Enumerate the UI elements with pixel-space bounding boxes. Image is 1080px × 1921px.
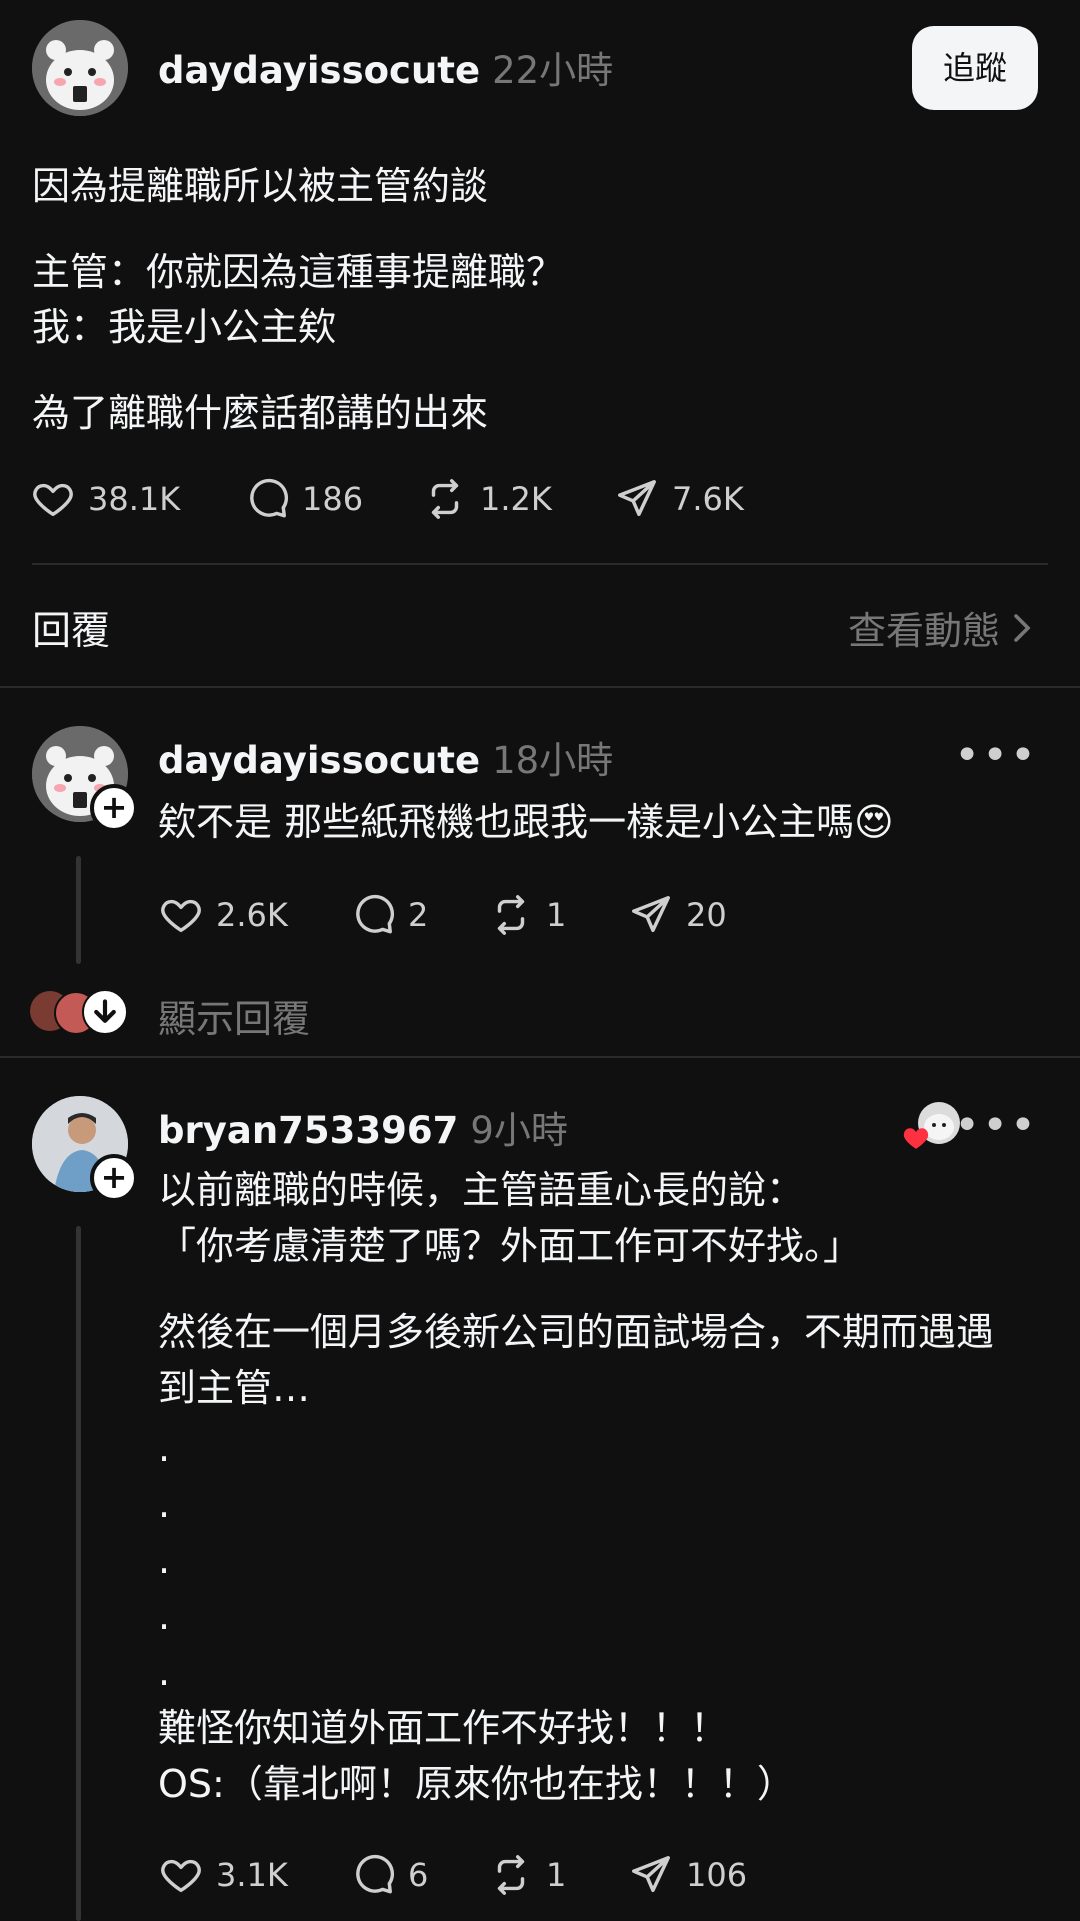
more-dots-icon[interactable]: •••: [954, 1100, 1038, 1151]
repost-button[interactable]: 1.2K: [422, 476, 614, 522]
reply-divider: [0, 1056, 1080, 1058]
reply2-line-5: .: [158, 1426, 171, 1470]
reply2-line-4: 到主管…: [158, 1366, 311, 1410]
like-button[interactable]: 3.1K: [158, 1852, 350, 1898]
repost-count: 1.2K: [480, 480, 552, 518]
send-icon: [618, 480, 656, 517]
comment-bubble-icon: [356, 894, 395, 934]
share-count: 106: [686, 1856, 748, 1894]
post-time: 22小時: [492, 49, 614, 92]
reply2-line-2: 「你考慮清楚了嗎？外面工作可不好找。」: [158, 1224, 862, 1268]
reply2-header: bryan7533967 9小時: [158, 1100, 568, 1154]
reply2-username[interactable]: bryan7533967: [158, 1109, 458, 1152]
share-button[interactable]: 106: [628, 1852, 747, 1898]
reply2-line-11: OS:（靠北啊！原來你也在找！！！）: [158, 1762, 795, 1806]
view-activity-link[interactable]: 查看動態: [848, 600, 1036, 655]
comment-count: 6: [408, 1856, 429, 1894]
repost-icon: [497, 1855, 525, 1895]
thread-line: [76, 856, 81, 964]
reply1-header: daydayissocute 18小時: [158, 730, 613, 784]
like-button[interactable]: 2.6K: [158, 892, 350, 938]
post-line-4: 為了離職什麼話都講的出來: [32, 391, 489, 435]
hamster-avatar-icon: [32, 20, 128, 116]
thread-line: [76, 1226, 81, 1921]
reply2-line-9: .: [158, 1650, 171, 1694]
heart-icon: [161, 1859, 201, 1893]
post-username[interactable]: daydayissocute: [158, 49, 480, 92]
replies-label[interactable]: 回覆: [32, 600, 110, 656]
like-count: 3.1K: [216, 1856, 288, 1894]
post-divider: [32, 563, 1048, 565]
reply2-actions: 3.1K 6 1 106: [158, 1852, 747, 1898]
share-count: 7.6K: [672, 480, 744, 518]
follow-button[interactable]: 追蹤: [912, 26, 1038, 110]
comment-bubble-icon: [356, 1854, 395, 1894]
heart-icon: [33, 483, 73, 517]
arrow-down-icon[interactable]: [82, 989, 128, 1035]
repost-icon: [431, 479, 459, 519]
comment-bubble-icon: [250, 478, 289, 518]
heart-icon: [161, 899, 201, 933]
reply2-line-1: 以前離職的時候，主管語重心長的說：: [158, 1168, 805, 1212]
reply2-line-6: .: [158, 1482, 171, 1526]
post-line-2: 主管：你就因為這種事提離職？: [32, 250, 565, 294]
share-button[interactable]: 20: [628, 892, 727, 938]
reply1-time: 18小時: [492, 739, 614, 782]
reply2-line-10: 難怪你知道外面工作不好找！！！: [158, 1706, 729, 1750]
repost-count: 1: [546, 1856, 567, 1894]
reply2-line-7: .: [158, 1538, 171, 1582]
send-icon: [632, 896, 670, 933]
repost-count: 1: [546, 896, 567, 934]
post-actions: 38.1K 186 1.2K 7.6K: [30, 476, 744, 522]
more-dots-icon[interactable]: •••: [954, 730, 1038, 781]
follow-plus-icon[interactable]: +: [90, 1154, 138, 1202]
repost-icon: [497, 895, 525, 935]
post-line-3: 我：我是小公主欸: [32, 305, 337, 349]
reply2-line-8: .: [158, 1594, 171, 1638]
follow-plus-icon[interactable]: +: [90, 784, 138, 832]
reply1-username[interactable]: daydayissocute: [158, 739, 480, 782]
reply2-line-3: 然後在一個月多後新公司的面試場合，不期而遇遇: [158, 1310, 995, 1354]
like-button[interactable]: 38.1K: [30, 476, 244, 522]
post-header: daydayissocute 22小時: [158, 40, 613, 94]
share-count: 20: [686, 896, 727, 934]
reply1-text: 欸不是 那些紙飛機也跟我一樣是小公主嗎😍: [158, 800, 894, 844]
reply1-actions: 2.6K 2 1 20: [158, 892, 727, 938]
reply2-time: 9小時: [470, 1109, 568, 1152]
show-replies-link[interactable]: 顯示回覆: [158, 988, 310, 1043]
comment-button[interactable]: 2: [350, 892, 488, 938]
like-count: 38.1K: [88, 480, 181, 518]
repost-button[interactable]: 1: [488, 892, 628, 938]
repost-button[interactable]: 1: [488, 1852, 628, 1898]
section-divider: [0, 686, 1080, 688]
send-icon: [632, 1856, 670, 1893]
share-button[interactable]: 7.6K: [614, 476, 744, 522]
comment-count: 2: [408, 896, 429, 934]
comment-button[interactable]: 6: [350, 1852, 488, 1898]
comment-count: 186: [302, 480, 364, 518]
comment-button[interactable]: 186: [244, 476, 422, 522]
replier-avatars: [30, 988, 130, 1035]
red-heart-icon: [903, 1126, 929, 1154]
like-count: 2.6K: [216, 896, 288, 934]
chevron-right-icon: [1014, 613, 1031, 642]
view-activity-label: 查看動態: [847, 609, 1000, 653]
post-line-1: 因為提離職所以被主管約談: [32, 164, 489, 208]
post-author-avatar[interactable]: [32, 20, 128, 116]
